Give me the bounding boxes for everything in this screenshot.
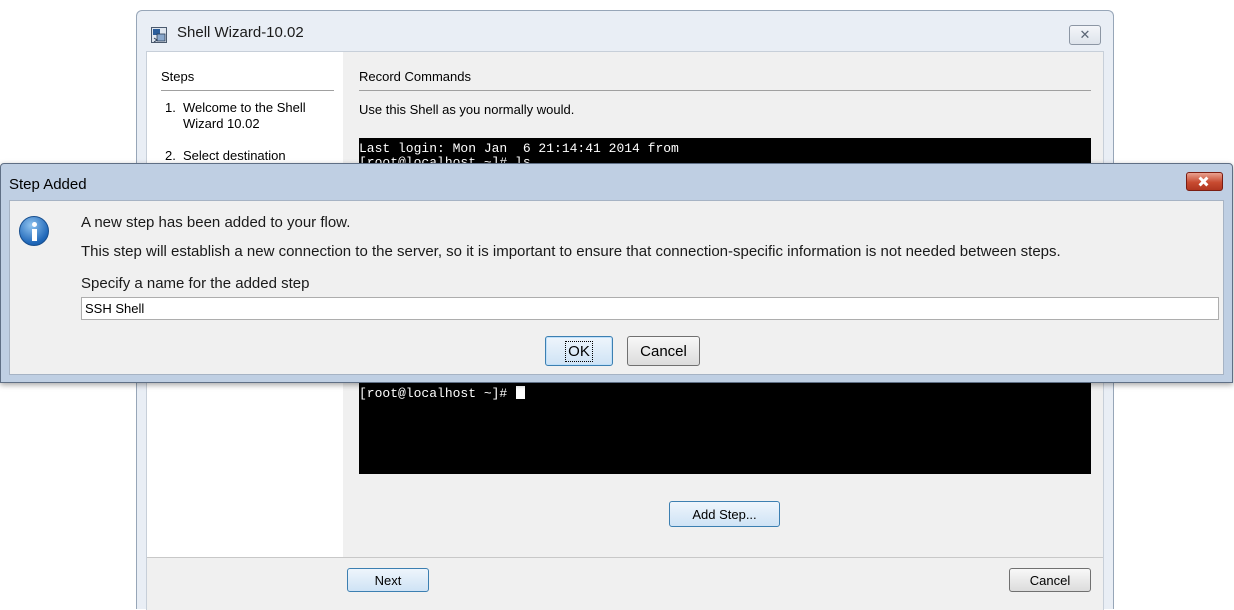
step-name-label: Specify a name for the added step [81,275,310,292]
terminal-prompt: [root@localhost ~]# [359,386,516,401]
record-commands-divider [359,90,1091,91]
terminal-line: Last login: Mon Jan 6 21:14:41 2014 from [359,141,679,156]
step-label: Welcome to the Shell Wizard 10.02 [183,100,306,131]
step-added-dialog: Step Added A new step has been added to … [0,163,1233,383]
next-button[interactable]: Next [347,568,429,592]
step-label: Select destination [183,148,286,163]
terminal-prompt-line: [root@localhost ~]# [359,386,526,401]
wizard-app-icon [151,27,167,43]
wizard-close-button[interactable]: ✕ [1069,25,1101,45]
ok-button[interactable]: OK [545,336,613,366]
step-name-input[interactable] [81,297,1219,320]
wizard-cancel-button[interactable]: Cancel [1009,568,1091,592]
dialog-cancel-button[interactable]: Cancel [627,336,700,366]
wizard-title: Shell Wizard-10.02 [177,24,304,41]
ok-button-label: OK [565,341,593,362]
close-icon: ✕ [1079,27,1091,42]
record-commands-heading: Record Commands [359,69,471,84]
info-icon [19,216,49,246]
record-commands-description: Use this Shell as you normally would. [359,102,575,117]
step-number: 1. [165,100,176,115]
wizard-titlebar[interactable]: Shell Wizard-10.02 ✕ [137,11,1113,51]
dialog-body: A new step has been added to your flow. … [9,200,1224,375]
step-number: 2. [165,148,176,163]
dialog-message-line: This step will establish a new connectio… [81,243,1061,260]
add-step-button[interactable]: Add Step... [669,501,780,527]
footer-divider [147,557,1103,558]
terminal-cursor [516,386,526,399]
dialog-message-line: A new step has been added to your flow. [81,214,351,231]
dialog-title: Step Added [9,176,87,193]
steps-divider [161,90,334,91]
dialog-close-button[interactable] [1186,172,1223,191]
steps-heading: Steps [161,69,195,84]
